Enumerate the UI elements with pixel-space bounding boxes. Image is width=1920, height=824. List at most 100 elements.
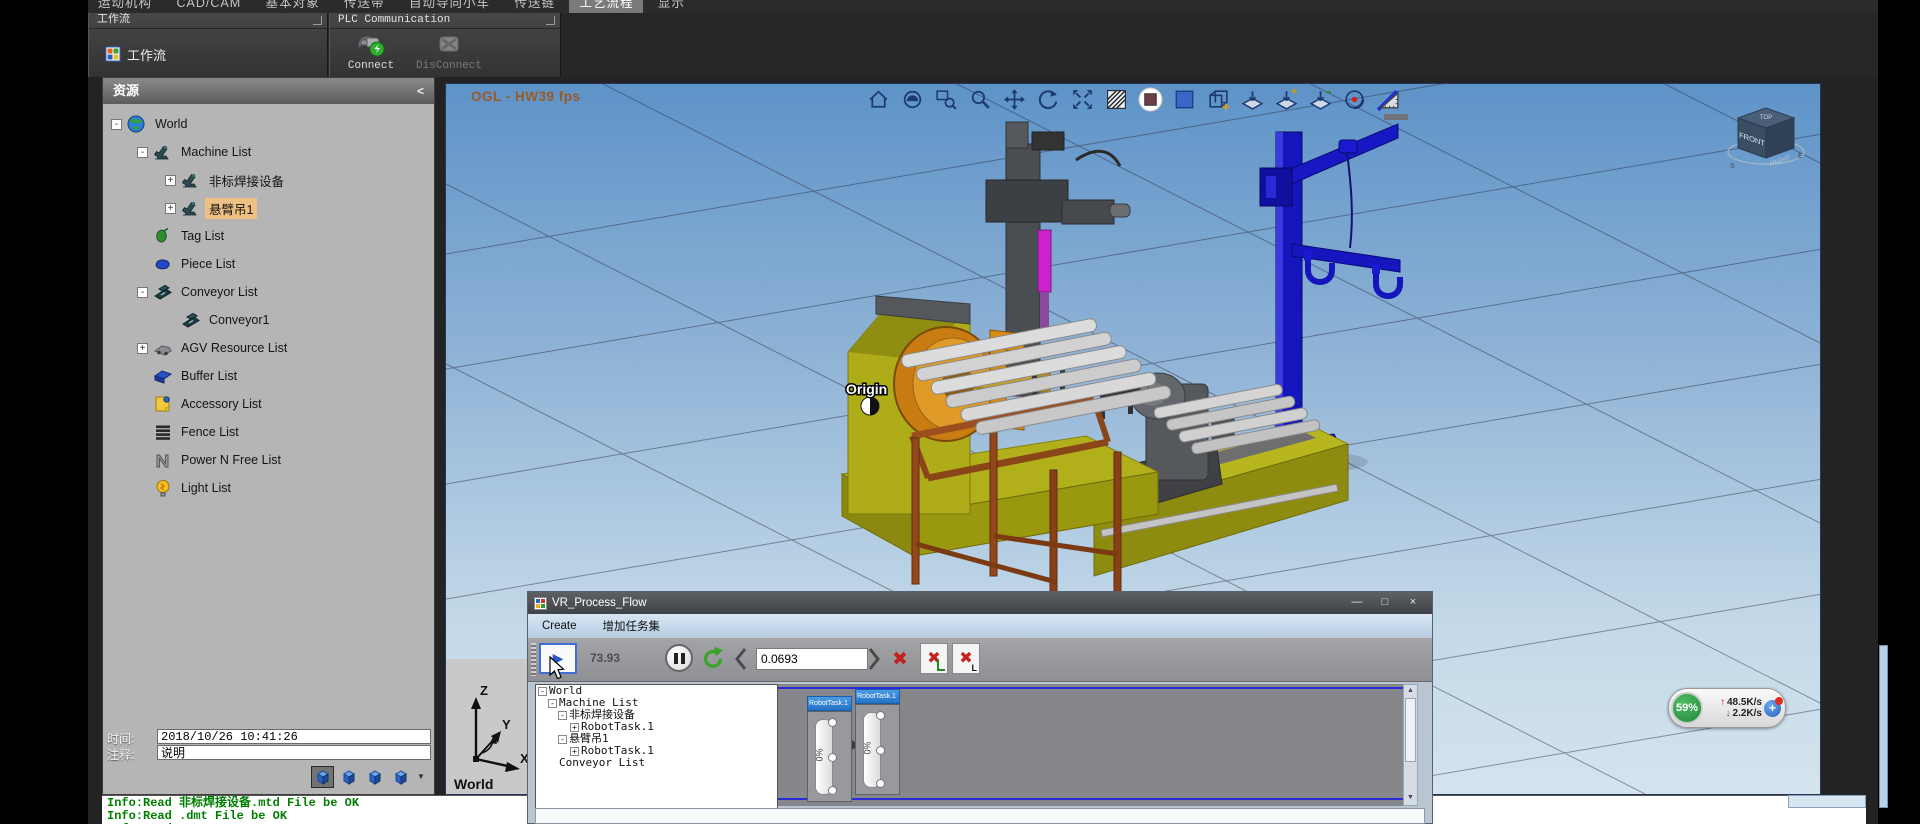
tree-item-fence-list[interactable]: Fence List [103,418,434,446]
zoom-window-icon[interactable] [934,87,959,112]
expander-icon[interactable]: + [570,723,579,732]
tab-conveyor[interactable]: 传送带 [334,0,395,13]
tab-cadcam[interactable]: CAD/CAM [166,0,251,13]
flow-tree-panel[interactable]: - World - Machine List - 非标焊接设备 + RobotT… [535,684,778,820]
flow-tree-cantilever-crane[interactable]: - 悬臂吊1 [536,733,777,745]
orbit-view-icon[interactable] [900,87,925,112]
view-mode-button-3[interactable] [363,766,386,788]
step-value-input[interactable] [756,648,868,670]
tab-process-flow[interactable]: 工艺流程 [569,0,643,13]
view-mode-button-4[interactable] [389,766,412,788]
expander-icon[interactable]: + [570,747,579,756]
flow-window-titlebar[interactable]: VR_Process_Flow — □ × [528,592,1432,614]
time-input[interactable] [157,729,431,744]
task-header[interactable]: RobotTask.1 [855,689,900,704]
tab-agv[interactable]: 自动导向小车 [399,0,500,13]
horizontal-scrollbar[interactable] [1788,795,1866,808]
network-speed-badge[interactable]: 59% ↑ 48.5K/s ↓ 2.2K/s + [1668,688,1786,728]
dialog-launcher-icon[interactable] [313,16,322,25]
view-mode-button-2[interactable] [337,766,360,788]
flow-tree-weld-machine[interactable]: - 非标焊接设备 [536,709,777,721]
maximize-button[interactable]: □ [1372,595,1398,611]
rotate-icon[interactable] [1036,87,1061,112]
section-plane-3-icon[interactable] [1308,87,1333,112]
step-back-icon[interactable] [734,647,747,671]
view-cube-top-label[interactable]: TOP [1760,115,1772,121]
task-progress-slider[interactable]: 0% [863,712,881,788]
wireframe-hatch-icon[interactable] [1104,87,1129,112]
view-mode-dropdown-icon[interactable]: ▼ [417,772,425,781]
disconnect-button[interactable]: DisConnect [416,31,482,72]
zoom-icon[interactable] [968,87,993,112]
task-block-2[interactable]: RobotTask.1 0% [855,689,900,795]
loop-button[interactable] [699,644,727,672]
tab-basic-objects[interactable]: 基本对象 [256,0,330,13]
flow-tree-conveyor-list[interactable]: Conveyor List [536,757,777,769]
vr-process-flow-window[interactable]: VR_Process_Flow — □ × Create 增加任务集 ▶ 73.… [527,591,1433,824]
solid-mode-icon[interactable] [1172,87,1197,112]
tree-item-power-n-free-list[interactable]: Power N Free List [103,446,434,474]
tree-item-world[interactable]: - World [103,110,434,138]
badge-plus-button[interactable]: + [1764,700,1781,717]
view-cube[interactable]: TOP FRONT RIGHT S E [1724,100,1808,174]
fit-view-icon[interactable] [1070,87,1095,112]
view-mode-button-1[interactable] [311,766,334,788]
slider-knob[interactable] [876,746,885,755]
view-cube-right-label[interactable]: RIGHT [1770,154,1790,168]
scrollbar-thumb[interactable] [1405,698,1416,762]
tree-item-accessory-list[interactable]: Accessory List [103,390,434,418]
slider-knob[interactable] [876,711,885,720]
expander-icon[interactable]: - [558,711,567,720]
expander-icon[interactable]: - [558,735,567,744]
pan-icon[interactable] [1002,87,1027,112]
tree-item-buffer-list[interactable]: Buffer List [103,362,434,390]
workflow-button[interactable]: 工作流 [97,39,174,69]
tab-chain[interactable]: 传送链 [504,0,565,13]
expander-icon[interactable]: + [165,175,176,186]
step-forward-icon[interactable] [868,647,881,671]
dialog-launcher-icon[interactable] [546,16,555,25]
tree-item-conveyor1[interactable]: Conveyor1 [103,306,434,334]
expander-icon[interactable]: - [548,699,557,708]
expander-icon[interactable]: + [137,343,148,354]
expander-icon[interactable]: - [111,119,122,130]
task-timeline[interactable]: RobotTask.1 0% RobotTask.1 0% [778,684,1403,806]
expander-icon[interactable]: - [137,147,148,158]
delete-button[interactable]: ✖ [892,646,908,672]
tree-item-weld-machine[interactable]: + 非标焊接设备 [103,166,434,194]
pause-button[interactable] [665,644,693,672]
comment-input[interactable] [157,745,431,760]
tree-item-cantilever-crane[interactable]: + 悬臂吊1 [103,194,434,222]
expander-icon[interactable]: - [538,687,547,696]
home-icon[interactable] [866,87,891,112]
slider-knob[interactable] [828,753,837,762]
task-progress-slider[interactable]: 0% [815,719,833,795]
slider-knob[interactable] [828,718,837,727]
menu-add-task-set[interactable]: 增加任务集 [603,618,661,634]
slider-knob[interactable] [876,779,885,788]
timeline-vertical-scrollbar[interactable]: ▲ ▼ [1403,684,1418,806]
tree-item-tag-list[interactable]: Tag List [103,222,434,250]
tree-item-piece-list[interactable]: Piece List [103,250,434,278]
scroll-down-icon[interactable]: ▼ [1404,792,1417,804]
scroll-up-icon[interactable]: ▲ [1404,685,1417,697]
turntable-icon[interactable] [1342,87,1367,112]
connect-button[interactable]: Connect [338,31,404,72]
slider-knob[interactable] [828,786,837,795]
measure-icon[interactable] [1376,87,1401,112]
close-button[interactable]: × [1400,595,1426,611]
shaded-mode-icon[interactable] [1138,87,1163,112]
toolbar-grip[interactable] [531,643,536,676]
menu-create[interactable]: Create [542,620,577,632]
delete-list-button[interactable]: ✖ L [952,643,980,674]
expander-icon[interactable]: + [165,203,176,214]
task-block-1[interactable]: RobotTask.1 0% [807,696,852,802]
bounding-box-icon[interactable] [1206,87,1231,112]
expander-icon[interactable]: - [137,287,148,298]
tab-display[interactable]: 显示 [648,0,695,13]
section-plane-2-icon[interactable] [1274,87,1299,112]
delete-task-button[interactable]: ✖ [920,643,948,674]
minimize-button[interactable]: — [1344,595,1370,611]
section-plane-1-icon[interactable] [1240,87,1265,112]
task-header[interactable]: RobotTask.1 [807,696,852,711]
